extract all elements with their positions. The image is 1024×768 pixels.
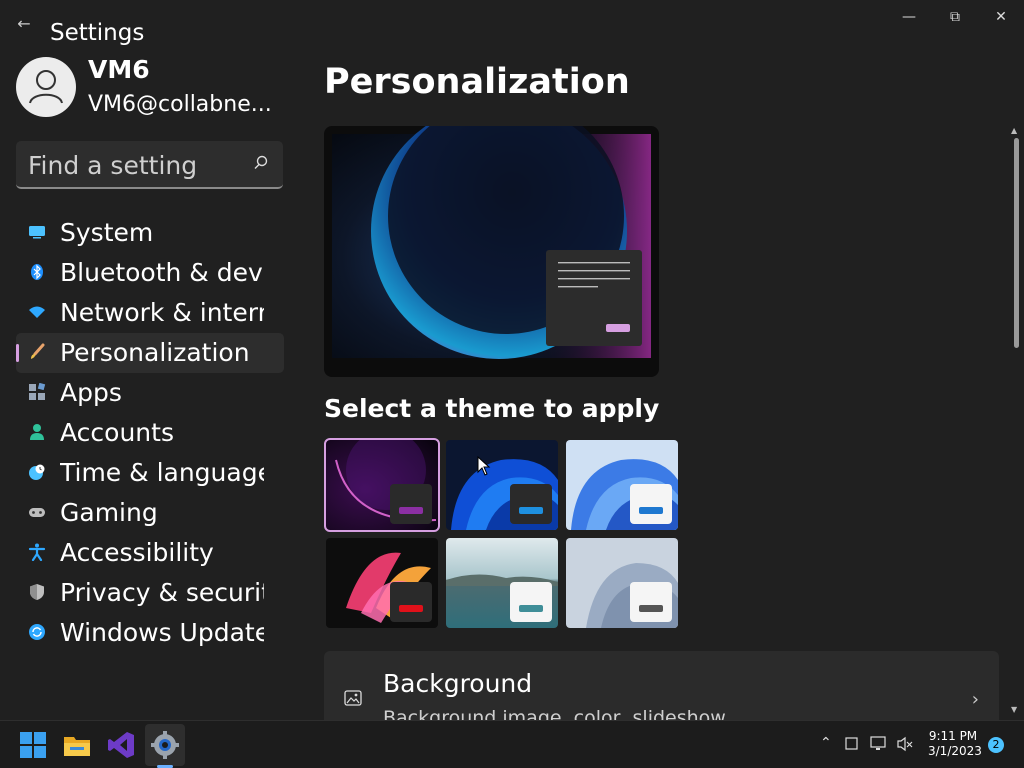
close-button[interactable]: ✕: [978, 4, 1024, 30]
brush-icon: [31, 343, 45, 359]
clock-date: 3/1/2023: [928, 744, 982, 758]
app-title: Settings: [50, 20, 145, 46]
search-input[interactable]: [26, 147, 250, 183]
theme-preview: [324, 126, 659, 377]
background-card-title: Background: [383, 669, 533, 698]
theme-mini-window: [630, 484, 672, 524]
background-setting-card[interactable]: Background Background image, color, slid…: [324, 651, 999, 731]
sidebar-item-label: Accounts: [60, 418, 174, 447]
theme-tile[interactable]: [566, 440, 678, 530]
sidebar-item-gaming[interactable]: Gaming: [16, 493, 284, 533]
theme-tile[interactable]: [326, 538, 438, 628]
sidebar-item-network[interactable]: Network & interr: [16, 293, 284, 333]
theme-mini-window: [510, 582, 552, 622]
apps-icon: [29, 383, 46, 400]
file-explorer-icon[interactable]: [62, 730, 92, 760]
mouse-cursor-icon: [477, 456, 491, 476]
visual-studio-icon[interactable]: [106, 730, 136, 760]
sidebar-nav: System Bluetooth & devi Network & interr…: [16, 213, 284, 653]
search-icon[interactable]: [251, 153, 271, 173]
globe-clock-icon: [29, 464, 45, 480]
selected-indicator: [16, 344, 19, 362]
sidebar-item-label: Bluetooth & devi: [60, 258, 264, 287]
sidebar-item-windows-update[interactable]: Windows Update: [16, 613, 284, 653]
wifi-icon: [29, 306, 45, 318]
sidebar-item-label: System: [60, 218, 154, 247]
sidebar-item-label: Time & language: [60, 458, 264, 487]
monitor-icon: [29, 226, 45, 239]
person-icon: [29, 70, 63, 104]
scrollbar-thumb[interactable]: [1014, 138, 1019, 348]
user-name: VM6: [88, 55, 150, 84]
sidebar-item-accessibility[interactable]: Accessibility: [16, 533, 284, 573]
sidebar-item-label: Network & interr: [60, 298, 264, 327]
page-title: Personalization: [324, 62, 630, 102]
update-icon: [29, 624, 45, 640]
user-email: VM6@collabne...: [88, 92, 272, 117]
sidebar-item-personalization[interactable]: Personalization: [16, 333, 284, 373]
theme-tile[interactable]: [446, 538, 558, 628]
sidebar-item-apps[interactable]: Apps: [16, 373, 284, 413]
theme-mini-window: [510, 484, 552, 524]
volume-muted-icon[interactable]: [896, 736, 914, 752]
sidebar-item-bluetooth[interactable]: Bluetooth & devi: [16, 253, 284, 293]
restore-button[interactable]: ⧉: [932, 4, 978, 30]
settings-icon[interactable]: [150, 730, 180, 760]
person-icon: [30, 424, 44, 440]
theme-tile[interactable]: [566, 538, 678, 628]
sidebar-item-label: Accessibility: [60, 538, 214, 567]
sidebar-item-accounts[interactable]: Accounts: [16, 413, 284, 453]
sidebar-item-label: Windows Update: [60, 618, 264, 647]
bluetooth-icon: [31, 264, 43, 280]
back-button[interactable]: ←: [12, 12, 36, 36]
minimize-button[interactable]: —: [886, 4, 932, 30]
search-box: [16, 141, 283, 189]
wallpaper-preview-image: [332, 126, 651, 359]
theme-mini-window: [390, 484, 432, 524]
theme-tile[interactable]: [324, 438, 440, 532]
theme-tile[interactable]: [446, 440, 558, 530]
windows-start-icon[interactable]: [18, 730, 48, 760]
sidebar-item-label: Personalization: [60, 338, 250, 367]
theme-mini-window: [390, 582, 432, 622]
sidebar-item-time-language[interactable]: Time & language: [16, 453, 284, 493]
clock-time: 9:11 PM: [928, 729, 978, 743]
show-hidden-icons-chevron-up-icon[interactable]: ⌃: [820, 735, 832, 751]
theme-mini-window: [630, 582, 672, 622]
chevron-right-icon: ›: [971, 689, 979, 710]
sidebar-item-label: Apps: [60, 378, 122, 407]
accessibility-icon: [28, 543, 46, 561]
sidebar-item-privacy[interactable]: Privacy & securit: [16, 573, 284, 613]
image-icon: [344, 690, 362, 706]
scroll-up-arrow-icon[interactable]: ▲: [1011, 126, 1017, 135]
tablet-icon[interactable]: [845, 737, 858, 750]
network-icon[interactable]: [870, 736, 888, 752]
themes-heading: Select a theme to apply: [324, 394, 660, 423]
taskbar-clock[interactable]: 9:11 PM 3/1/2023: [928, 729, 982, 759]
taskbar: ⌃ 9:11 PM 3/1/2023 2: [0, 720, 1024, 768]
theme-grid: [324, 438, 684, 634]
avatar[interactable]: [16, 57, 76, 117]
sidebar-item-label: Privacy & securit: [60, 578, 264, 607]
shield-icon: [30, 584, 44, 600]
sidebar-item-label: Gaming: [60, 498, 158, 527]
gamepad-icon: [29, 508, 45, 517]
sidebar-item-system[interactable]: System: [16, 213, 284, 253]
notification-badge[interactable]: 2: [988, 737, 1004, 753]
scroll-down-arrow-icon[interactable]: ▼: [1011, 705, 1017, 714]
